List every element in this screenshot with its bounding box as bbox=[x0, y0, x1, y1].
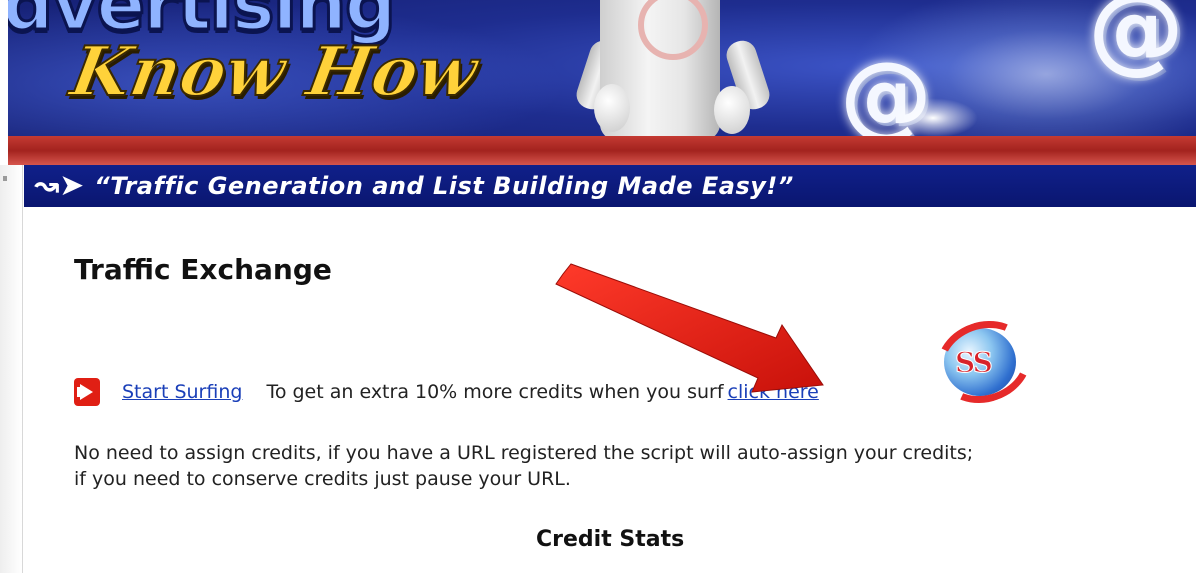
banner-script-title: Know How bbox=[64, 31, 484, 113]
extra-credits-text: To get an extra 10% more credits when yo… bbox=[266, 381, 724, 403]
robot-left-hand bbox=[594, 84, 630, 132]
paragraph-line-1: No need to assign credits, if you have a… bbox=[74, 442, 974, 464]
play-arrow-icon[interactable] bbox=[74, 378, 100, 406]
paragraph-line-2: if you need to conserve credits just pau… bbox=[74, 468, 571, 490]
light-flare bbox=[888, 98, 978, 138]
edge-marker bbox=[3, 176, 7, 181]
page-title: Traffic Exchange bbox=[74, 253, 332, 286]
tagline-bar: ↝➤ “Traffic Generation and List Building… bbox=[24, 165, 1196, 207]
tagline-text: “Traffic Generation and List Building Ma… bbox=[94, 172, 794, 200]
start-surfing-row: Start Surfing To get an extra 10% more c… bbox=[74, 375, 819, 409]
at-sign-icon-top: @ bbox=[1088, 0, 1184, 84]
banner-red-stripe bbox=[8, 136, 1196, 165]
credits-info-paragraph: No need to assign credits, if you have a… bbox=[74, 440, 1134, 492]
globe-logo-text: SS bbox=[955, 346, 994, 380]
robot-right-hand bbox=[714, 86, 750, 134]
page-left-edge bbox=[0, 165, 23, 573]
start-surfing-link[interactable]: Start Surfing bbox=[122, 381, 242, 403]
squiggle-arrow-icon: ↝➤ bbox=[34, 168, 85, 203]
click-here-link[interactable]: click here bbox=[728, 381, 819, 403]
credit-stats-heading: Credit Stats bbox=[536, 527, 685, 552]
annotation-arrow-shape bbox=[555, 263, 824, 393]
